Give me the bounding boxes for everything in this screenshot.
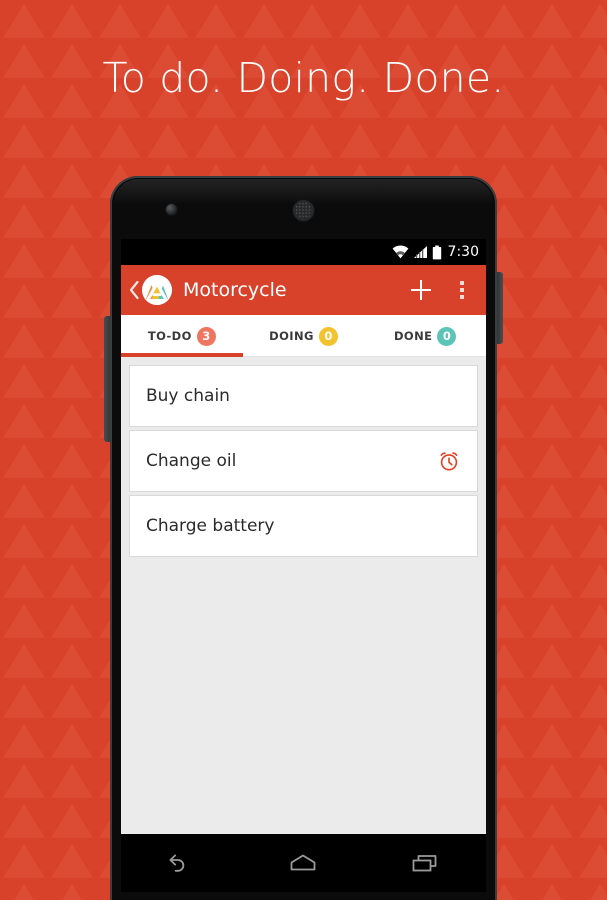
battery-icon: [432, 245, 441, 259]
earpiece-mesh: [295, 202, 312, 219]
status-bar-clock: 7:30: [447, 244, 479, 260]
promo-headline: To do. Doing. Done.: [102, 54, 505, 102]
tab-doing-label: DOING: [269, 329, 314, 343]
task-title: Charge battery: [146, 516, 275, 536]
app-bar: Motorcycle: [121, 265, 486, 315]
overflow-dot: [460, 295, 464, 299]
home-icon: [291, 854, 316, 871]
tab-todo[interactable]: TO-DO 3: [121, 315, 243, 357]
signal-icon: [413, 246, 427, 258]
front-camera-icon: [166, 204, 177, 215]
back-icon: [169, 854, 185, 872]
task-list-item[interactable]: Charge battery: [129, 495, 478, 557]
nav-home-button[interactable]: [275, 841, 331, 885]
recents-icon: [412, 855, 437, 872]
overflow-dot: [460, 281, 464, 285]
task-title: Change oil: [146, 451, 237, 471]
tab-bar: TO-DO 3 DOING 0 DONE 0: [121, 315, 486, 357]
back-chevron-icon[interactable]: [127, 280, 141, 300]
status-bar: 7:30: [121, 239, 486, 265]
task-list: Buy chain Change oil Charge battery: [121, 357, 486, 834]
add-task-button[interactable]: [404, 273, 438, 307]
app-bar-title: Motorcycle: [183, 279, 287, 301]
promo-banner: To do. Doing. Done. 7:30 Motorcycle TO-D…: [0, 0, 607, 900]
task-title: Buy chain: [146, 386, 230, 406]
phone-screen: 7:30 Motorcycle TO-DO 3 DOING 0 DONE 0 B…: [121, 239, 486, 834]
tab-done-badge: 0: [437, 326, 457, 346]
overflow-dot: [460, 288, 464, 292]
task-list-item[interactable]: Buy chain: [129, 365, 478, 427]
alarm-clock-icon[interactable]: [437, 449, 461, 473]
nav-back-button[interactable]: [154, 841, 210, 885]
overflow-menu-button[interactable]: [452, 273, 472, 307]
task-list-item[interactable]: Change oil: [129, 430, 478, 492]
tab-todo-badge: 3: [196, 326, 216, 346]
earpiece-speaker-icon: [293, 200, 314, 221]
nav-recents-button[interactable]: [397, 841, 453, 885]
phone-device: 7:30 Motorcycle TO-DO 3 DOING 0 DONE 0 B…: [104, 176, 503, 900]
tab-doing[interactable]: DOING 0: [243, 315, 365, 357]
app-logo-icon[interactable]: [142, 275, 172, 305]
android-navigation-bar: [121, 834, 486, 892]
tab-done-label: DONE: [393, 329, 433, 343]
wifi-icon: [392, 245, 408, 259]
tab-doing-badge: 0: [318, 326, 338, 346]
tab-todo-label: TO-DO: [147, 329, 192, 343]
tab-done[interactable]: DONE 0: [364, 315, 486, 357]
